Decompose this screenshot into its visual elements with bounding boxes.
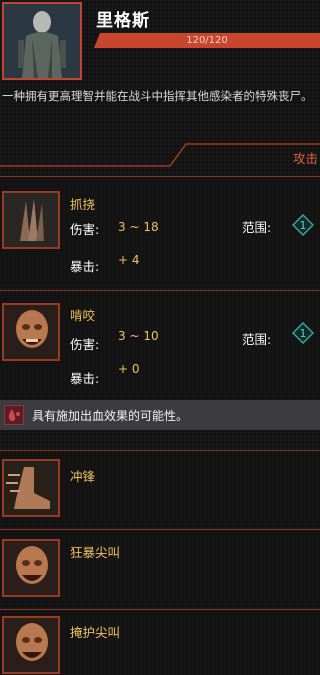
damage-value: 3 ~ 18	[118, 220, 159, 234]
health-bar: 120/120	[94, 33, 320, 48]
character-name: 里格斯	[96, 11, 150, 31]
crit-value: + 0	[118, 362, 140, 376]
zombie-head-icon	[2, 539, 60, 597]
charge-foot-icon	[2, 459, 60, 517]
range-label: 范围:	[242, 332, 272, 347]
zombie-head-icon	[2, 616, 60, 674]
skill-card-bite[interactable]: 啃咬 伤害: 3 ~ 10 暴击: + 0 范围: 1	[0, 291, 320, 395]
crit-value: + 4	[118, 253, 140, 267]
damage-value: 3 ~ 10	[118, 329, 159, 343]
ability-name: 狂暴尖叫	[70, 545, 121, 560]
skill-card-scratch[interactable]: 抓挠 伤害: 3 ~ 18 暴击: + 4 范围: 1	[0, 177, 320, 287]
range-badge: 1	[292, 214, 314, 236]
skill-name: 抓挠	[70, 197, 96, 212]
crit-label: 暴击:	[70, 259, 100, 274]
range-value: 1	[300, 219, 307, 232]
ability-card-charge[interactable]: 冲锋	[0, 451, 320, 524]
ability-name: 掩护尖叫	[70, 625, 121, 640]
ability-card-cover-scream[interactable]: 掩护尖叫	[0, 610, 320, 675]
range-value: 1	[300, 327, 307, 340]
damage-label: 伤害:	[70, 337, 100, 352]
blood-drop-icon	[4, 405, 24, 425]
character-header: 里格斯 120/120	[0, 0, 320, 88]
ability-card-frenzy-scream[interactable]: 狂暴尖叫	[0, 530, 320, 604]
effect-text: 具有施加出血效果的可能性。	[32, 409, 189, 423]
damage-label: 伤害:	[70, 222, 100, 237]
zombie-head-icon	[2, 303, 60, 361]
claw-icon	[2, 191, 60, 249]
range-badge: 1	[292, 322, 314, 344]
crit-label: 暴击:	[70, 371, 100, 386]
ability-name: 冲锋	[70, 469, 96, 484]
effect-banner: 具有施加出血效果的可能性。	[0, 400, 320, 430]
section-label-attack: 攻击	[292, 151, 318, 166]
range-label: 范围:	[242, 220, 272, 235]
skill-name: 啃咬	[70, 308, 96, 323]
section-divider	[0, 143, 320, 167]
character-description: 一种拥有更高理智并能在战斗中指挥其他感染者的特殊丧尸。	[2, 89, 313, 103]
character-portrait	[2, 2, 82, 80]
health-text: 120/120	[186, 35, 228, 46]
